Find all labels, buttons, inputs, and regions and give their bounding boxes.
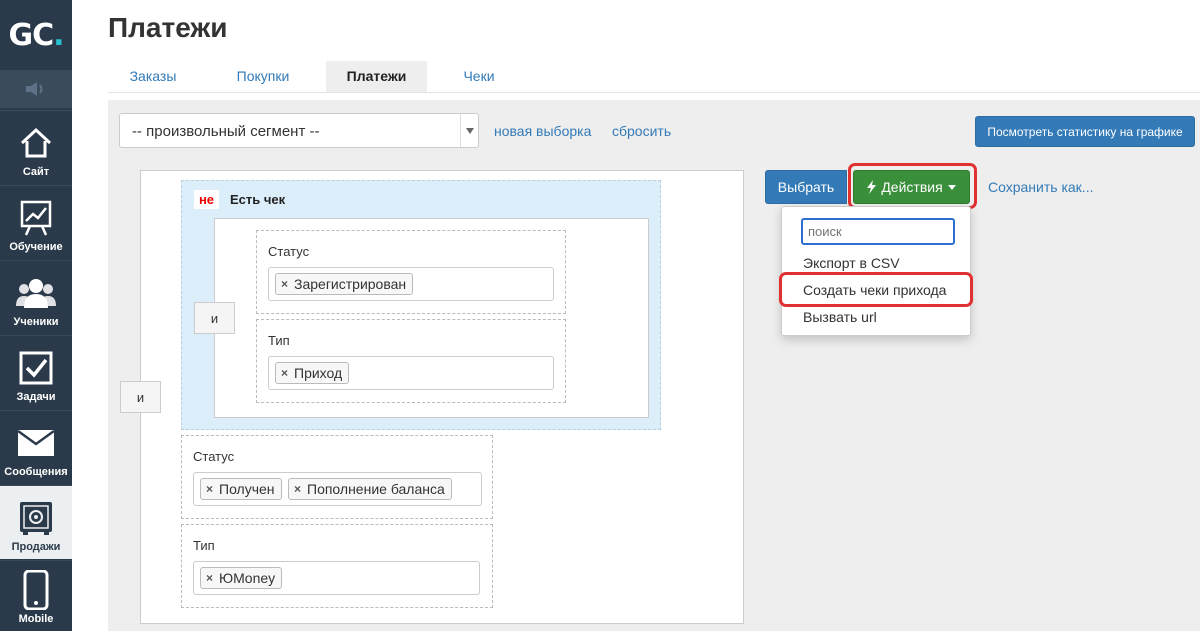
tag: × Пополнение баланса [288, 478, 452, 500]
highlight-frame [848, 163, 977, 209]
new-selection-link[interactable]: новая выборка [494, 123, 591, 139]
menu-item-export-csv[interactable]: Экспорт в CSV [803, 255, 900, 271]
outer-and-operator-button[interactable]: и [120, 381, 161, 413]
chart-board-icon [16, 198, 56, 238]
tab-receipts[interactable]: Чеки [443, 61, 515, 92]
people-icon [16, 273, 56, 313]
inner-status-tag-input[interactable]: × Зарегистрирован [268, 267, 554, 301]
segment-select[interactable]: -- произвольный сегмент -- [119, 113, 479, 148]
tag: × Получен [200, 478, 282, 500]
inner-type-tag-input[interactable]: × Приход [268, 356, 554, 390]
house-icon [16, 123, 56, 163]
sidebar-item-students[interactable]: Ученики [0, 260, 72, 334]
tab-bar: Заказы Покупки Платежи Чеки [108, 61, 1200, 93]
actions-search-input[interactable] [801, 218, 955, 245]
tag-label: Зарегистрирован [294, 276, 407, 292]
tab-purchases[interactable]: Покупки [213, 61, 313, 92]
sidebar-item-label: Сайт [22, 166, 50, 178]
safe-icon [16, 498, 56, 538]
reset-link[interactable]: сбросить [612, 123, 671, 139]
sidebar-item-label: Обучение [9, 241, 63, 253]
remove-tag-icon[interactable]: × [206, 479, 213, 499]
sidebar-item-label: Ученики [13, 316, 59, 328]
tab-payments[interactable]: Платежи [326, 61, 427, 92]
condition-group-title: Есть чек [230, 192, 286, 207]
condition-label: Статус [268, 244, 310, 259]
chevron-down-icon [460, 114, 478, 147]
sidebar-item-site[interactable]: Сайт [0, 110, 72, 184]
sound-toggle[interactable] [0, 70, 72, 108]
condition-label: Тип [193, 538, 215, 553]
checkbox-icon [16, 348, 56, 388]
outer-status-tag-input[interactable]: × Получен × Пополнение баланса [193, 472, 482, 506]
segment-select-value: -- произвольный сегмент -- [132, 123, 320, 140]
sidebar: GC. Сайт Обучение Ученики Задачи Сообщен… [0, 0, 72, 631]
save-as-link[interactable]: Сохранить как... [988, 179, 1093, 195]
sidebar-item-tasks[interactable]: Задачи [0, 335, 72, 409]
tag-label: Пополнение баланса [307, 481, 445, 497]
tag: × Зарегистрирован [275, 273, 414, 295]
outer-type-tag-input[interactable]: × ЮMoney [193, 561, 480, 595]
sidebar-item-label: Задачи [16, 391, 56, 403]
sidebar-item-learning[interactable]: Обучение [0, 185, 72, 259]
tab-orders[interactable]: Заказы [108, 61, 198, 92]
remove-tag-icon[interactable]: × [281, 363, 288, 383]
menu-item-call-url[interactable]: Вызвать url [803, 309, 877, 325]
negation-badge[interactable]: не [194, 190, 219, 209]
sidebar-item-messages[interactable]: Сообщения [0, 410, 72, 484]
view-stats-chart-button[interactable]: Посмотреть статистику на графике [975, 116, 1195, 147]
logo-dot: . [53, 17, 64, 53]
app-logo[interactable]: GC. [0, 0, 72, 70]
highlight-frame [779, 272, 973, 307]
page-title: Платежи [108, 12, 228, 43]
remove-tag-icon[interactable]: × [294, 479, 301, 499]
sidebar-item-label: Продажи [11, 541, 61, 553]
tag-label: ЮMoney [219, 570, 276, 586]
logo-text: GC [8, 17, 54, 53]
sidebar-item-label: Сообщения [4, 466, 68, 478]
tag-label: Приход [294, 365, 343, 381]
tag: × Приход [275, 362, 350, 384]
remove-tag-icon[interactable]: × [206, 568, 213, 588]
tag-label: Получен [219, 481, 275, 497]
phone-icon [16, 570, 56, 610]
sidebar-item-sales[interactable]: Продажи [0, 485, 72, 559]
tag: × ЮMoney [200, 567, 283, 589]
condition-label: Статус [193, 449, 235, 464]
inner-and-operator-button[interactable]: и [194, 302, 235, 334]
sidebar-item-mobile[interactable]: Mobile [0, 560, 72, 631]
sidebar-item-label: Mobile [18, 613, 54, 625]
condition-label: Тип [268, 333, 290, 348]
select-button[interactable]: Выбрать [765, 170, 847, 204]
envelope-icon [16, 423, 56, 463]
speaker-icon [26, 82, 43, 96]
remove-tag-icon[interactable]: × [281, 274, 288, 294]
